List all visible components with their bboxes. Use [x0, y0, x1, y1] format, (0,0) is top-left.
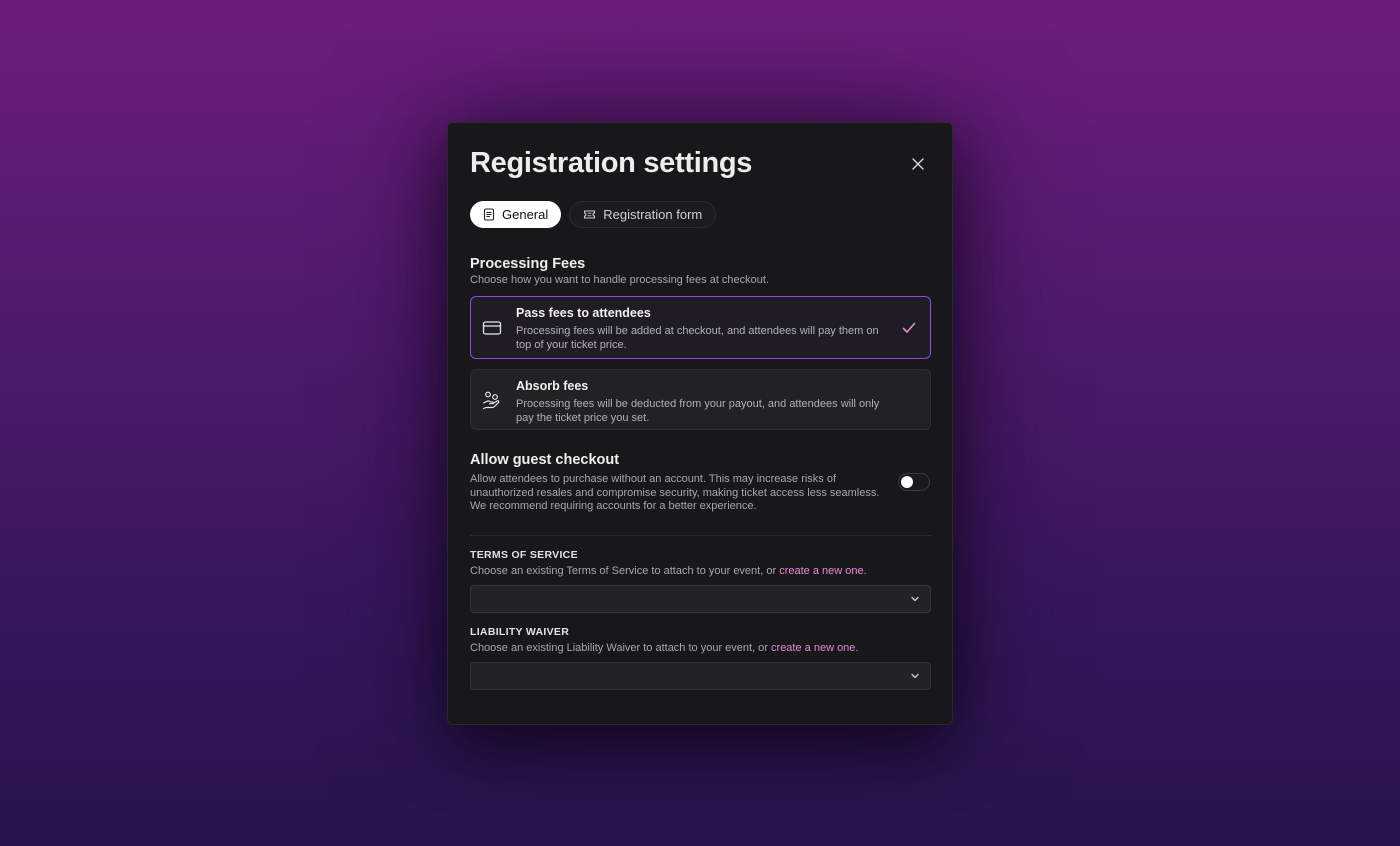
- close-icon: [912, 158, 924, 170]
- document-icon: [483, 208, 495, 221]
- tab-general-label: General: [502, 207, 549, 222]
- waiver-create-link[interactable]: create a new one: [771, 642, 855, 654]
- terms-of-service-select[interactable]: [470, 585, 931, 613]
- chevron-down-icon: [911, 596, 919, 602]
- processing-fees-description: Choose how you want to handle processing…: [470, 274, 770, 286]
- liability-waiver-label: LIABILITY WAIVER: [470, 626, 570, 638]
- modal-title: Registration settings: [470, 147, 753, 179]
- option-pass-fees-title: Pass fees to attendees: [516, 306, 651, 320]
- option-absorb-fees[interactable]: Absorb fees Processing fees will be dedu…: [470, 369, 931, 430]
- tab-registration-form[interactable]: Registration form: [569, 201, 717, 228]
- option-absorb-fees-description: Processing fees will be deducted from yo…: [516, 398, 880, 424]
- terms-create-link[interactable]: create a new one: [779, 565, 863, 577]
- guest-checkout-description: Allow attendees to purchase without an a…: [470, 473, 880, 512]
- processing-fees-title: Processing Fees: [470, 256, 586, 272]
- option-pass-fees[interactable]: Pass fees to attendees Processing fees w…: [470, 296, 931, 359]
- tab-registration-form-label: Registration form: [603, 207, 703, 222]
- checkmark-icon: [902, 322, 916, 333]
- option-pass-fees-description: Processing fees will be added at checkou…: [516, 325, 879, 351]
- section-divider: [470, 535, 931, 536]
- hand-coins-icon: [482, 391, 500, 409]
- liability-waiver-select[interactable]: [470, 662, 931, 690]
- toggle-knob: [901, 476, 913, 488]
- option-absorb-fees-title: Absorb fees: [516, 379, 589, 393]
- terms-of-service-description: Choose an existing Terms of Service to a…: [470, 565, 867, 579]
- registration-settings-modal: Registration settings General Registrati…: [447, 122, 953, 725]
- close-button[interactable]: [908, 154, 928, 174]
- tab-bar: General Registration form: [470, 201, 717, 228]
- terms-of-service-label: TERMS OF SERVICE: [470, 549, 578, 561]
- terms-desc-text: Choose an existing Terms of Service to a…: [470, 565, 780, 577]
- terms-desc-suffix: .: [863, 565, 867, 577]
- waiver-desc-suffix: .: [855, 642, 859, 654]
- tab-general[interactable]: General: [470, 201, 562, 228]
- waiver-desc-text: Choose an existing Liability Waiver to a…: [470, 642, 772, 654]
- liability-waiver-description: Choose an existing Liability Waiver to a…: [470, 642, 858, 656]
- guest-checkout-title: Allow guest checkout: [470, 452, 620, 468]
- ticket-icon: [584, 210, 596, 219]
- credit-card-icon: [482, 320, 502, 335]
- guest-checkout-toggle[interactable]: [898, 473, 930, 491]
- chevron-down-icon: [911, 673, 919, 679]
